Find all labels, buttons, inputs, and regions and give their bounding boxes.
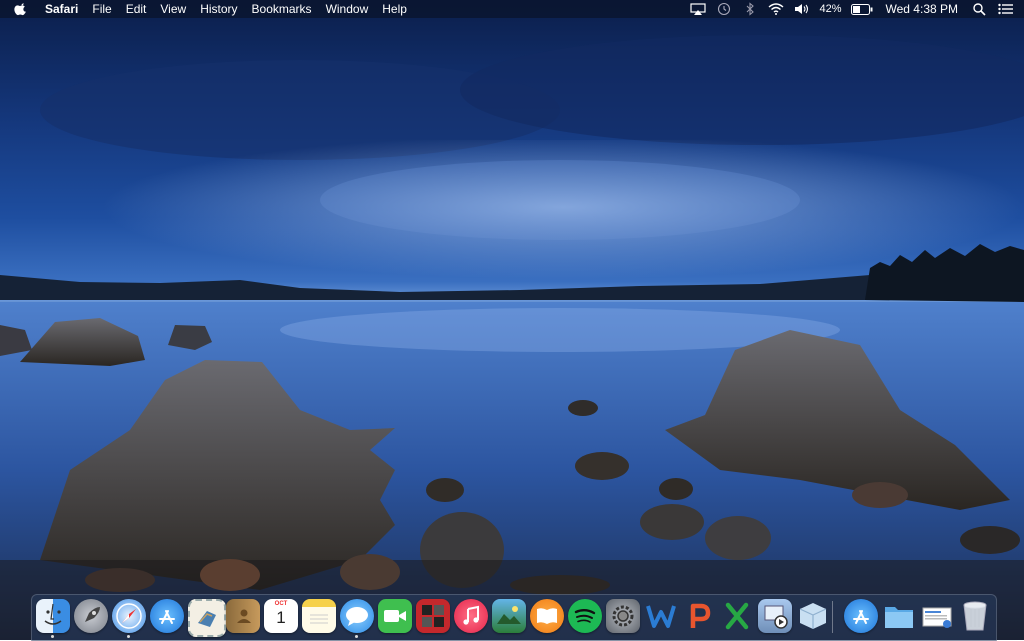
menu-history[interactable]: History <box>193 0 244 18</box>
volume-icon[interactable] <box>794 2 810 16</box>
lake-landscape-image <box>0 35 1024 640</box>
dock-wps-writer[interactable] <box>644 599 678 633</box>
running-indicator <box>355 635 358 638</box>
battery-icon[interactable] <box>850 2 873 16</box>
w-letter-icon <box>646 605 676 628</box>
p-letter-icon <box>690 603 711 628</box>
gear-icon <box>612 605 634 627</box>
notes-icon <box>310 614 328 624</box>
dock-iphoto[interactable] <box>492 599 526 633</box>
menu-file[interactable]: File <box>85 0 118 18</box>
dock-wps-presentation[interactable] <box>682 599 716 633</box>
dock-downloads-stack[interactable] <box>920 599 954 633</box>
menu-app-name[interactable]: Safari <box>38 0 85 18</box>
dock-package[interactable] <box>796 599 830 633</box>
menu-view[interactable]: View <box>153 0 193 18</box>
apple-menu-icon[interactable] <box>14 2 28 16</box>
dock-separator <box>832 601 833 633</box>
calendar-month-label: OCT <box>274 601 288 607</box>
menu-window[interactable]: Window <box>319 0 376 18</box>
spotlight-search-icon[interactable] <box>971 2 987 16</box>
dock-safari[interactable] <box>112 599 146 633</box>
dock-finder[interactable] <box>36 599 70 633</box>
dock-facetime[interactable] <box>378 599 412 633</box>
dock: OCT 1 <box>31 594 997 641</box>
airplay-icon[interactable] <box>690 2 707 16</box>
running-indicator <box>127 635 130 638</box>
bluetooth-icon[interactable] <box>742 2 758 16</box>
notification-center-icon[interactable] <box>997 2 1013 16</box>
dock-photo-booth[interactable] <box>416 599 450 633</box>
dock-applications-stack[interactable] <box>844 599 878 633</box>
dock-launchpad[interactable] <box>74 599 108 633</box>
compass-icon <box>116 603 142 629</box>
folder-icon <box>885 607 913 628</box>
dock-ibooks[interactable] <box>530 599 564 633</box>
book-icon <box>537 608 557 624</box>
dock-spotify[interactable] <box>568 599 602 633</box>
menu-edit[interactable]: Edit <box>119 0 154 18</box>
wifi-icon[interactable] <box>768 2 784 16</box>
dock-mail[interactable] <box>188 599 226 637</box>
dock-system-preferences[interactable] <box>606 599 640 633</box>
app-store-icon <box>159 610 175 624</box>
running-indicator <box>51 635 54 638</box>
dock-preview[interactable] <box>758 599 792 633</box>
menu-bookmarks[interactable]: Bookmarks <box>245 0 319 18</box>
dock-documents-stack[interactable] <box>882 599 916 633</box>
photo-booth-icon <box>422 605 444 627</box>
x-letter-icon <box>725 602 749 630</box>
time-machine-icon[interactable] <box>716 2 732 16</box>
stamp-icon <box>198 611 216 627</box>
dock-calendar[interactable]: OCT 1 <box>264 599 298 633</box>
dock-app-store[interactable] <box>150 599 184 633</box>
battery-percent: 42% <box>819 3 842 15</box>
video-camera-icon <box>384 610 406 622</box>
app-store-folder-icon <box>853 610 869 624</box>
preview-icon <box>764 605 788 629</box>
document-stack-icon <box>922 607 952 628</box>
calendar-day-label: 1 <box>276 608 286 627</box>
finder-icon <box>44 603 62 625</box>
spotify-icon <box>574 609 596 623</box>
menu-help[interactable]: Help <box>375 0 414 18</box>
dock-itunes[interactable] <box>454 599 488 633</box>
desktop-wallpaper <box>0 0 1024 640</box>
speech-bubble-icon <box>346 607 368 626</box>
menu-bar: Safari File Edit View History Bookmarks … <box>0 0 1024 18</box>
rocket-icon <box>85 607 100 622</box>
music-note-icon <box>463 605 479 625</box>
menu-clock[interactable]: Wed 4:38 PM <box>886 2 958 16</box>
box-icon <box>799 603 827 629</box>
trash-icon <box>963 601 987 631</box>
dock-notes[interactable] <box>302 599 336 633</box>
photo-icon <box>497 606 521 624</box>
contacts-book-icon <box>237 609 251 623</box>
dock-contacts[interactable] <box>226 599 260 633</box>
dock-messages[interactable] <box>340 599 374 633</box>
dock-trash[interactable] <box>958 599 992 633</box>
dock-wps-spreadsheets[interactable] <box>720 599 754 633</box>
